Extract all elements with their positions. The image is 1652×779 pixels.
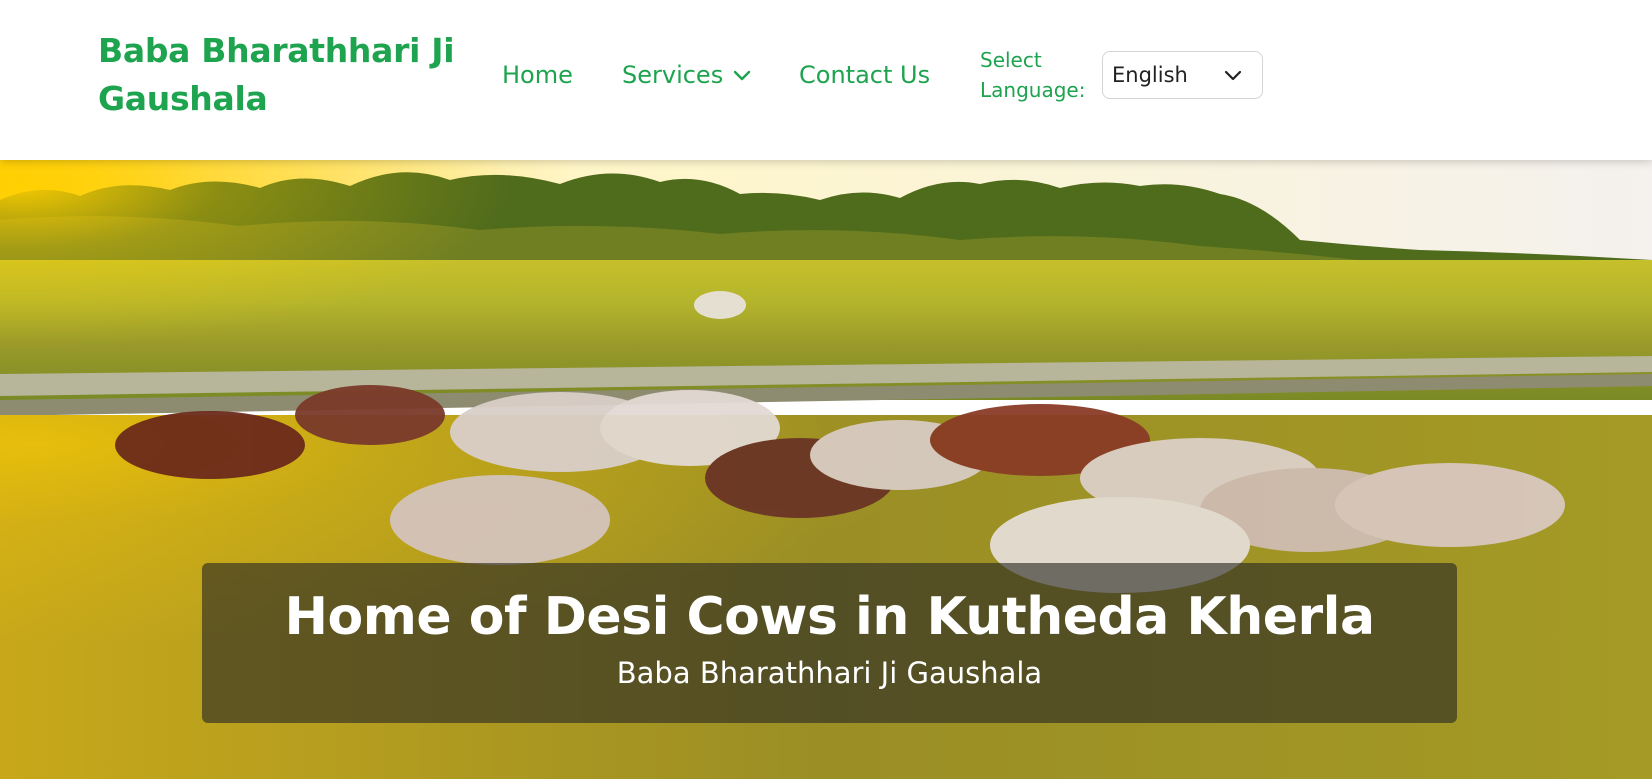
- hero-subtitle: Baba Bharathhari Ji Gaushala: [616, 656, 1043, 690]
- language-label-line-1: Select: [980, 48, 1042, 72]
- nav-contact-link[interactable]: Contact Us: [799, 55, 930, 95]
- site-logo-text[interactable]: Baba Bharathhari Ji Gaushala: [98, 27, 498, 123]
- language-select[interactable]: English: [1102, 51, 1263, 99]
- brand-line-2: Gaushala: [98, 79, 268, 118]
- language-select-value: English: [1112, 63, 1188, 87]
- language-label: Select Language:: [980, 45, 1100, 105]
- nav-home-link[interactable]: Home: [502, 55, 573, 95]
- hero-caption: Home of Desi Cows in Kutheda Kherla Baba…: [202, 563, 1457, 723]
- hero-title: Home of Desi Cows in Kutheda Kherla: [284, 587, 1375, 647]
- hero-banner: Home of Desi Cows in Kutheda Kherla Baba…: [0, 160, 1652, 779]
- chevron-down-icon: [1224, 67, 1242, 86]
- nav-services-label: Services: [622, 61, 724, 89]
- chevron-down-icon: [733, 54, 751, 94]
- site-header: Baba Bharathhari Ji Gaushala Home Servic…: [0, 0, 1652, 160]
- nav-services-dropdown[interactable]: Services: [622, 55, 751, 95]
- language-label-line-2: Language:: [980, 78, 1086, 102]
- brand-line-1: Baba Bharathhari Ji: [98, 31, 455, 70]
